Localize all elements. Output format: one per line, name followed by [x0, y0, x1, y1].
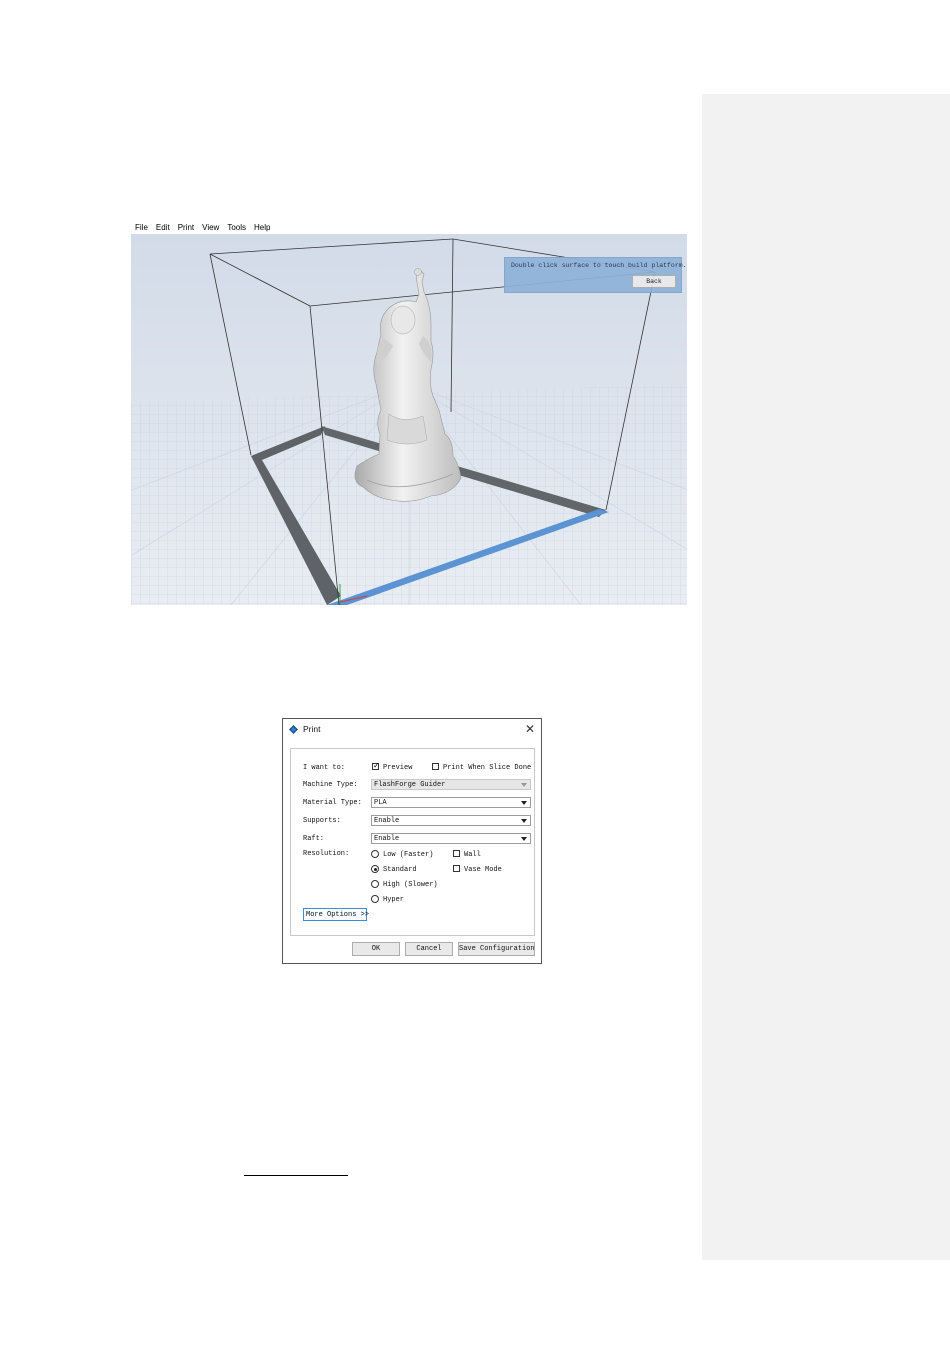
print-when-done-checkbox[interactable]	[432, 763, 439, 770]
i-want-to-label: I want to:	[303, 764, 346, 772]
menu-print[interactable]: Print	[178, 223, 194, 232]
menu-tools[interactable]: Tools	[227, 223, 246, 232]
raft-label: Raft:	[303, 835, 325, 843]
3d-viewport[interactable]: Double click surface to touch build plat…	[131, 234, 687, 605]
dialog-titlebar: Print ✕	[283, 719, 541, 741]
preview-label: Preview	[383, 764, 413, 772]
raft-select[interactable]: Enable	[371, 833, 531, 844]
checkmark-icon: ✓	[373, 761, 380, 770]
more-options-label: More Options >>	[306, 911, 370, 919]
more-options-button[interactable]: More Options >>	[303, 908, 370, 921]
resolution-high-label: High (Slower)	[383, 881, 438, 889]
machine-type-select[interactable]: FlashForge Guider	[371, 779, 531, 790]
raft-value: Enable	[374, 835, 400, 843]
resolution-high-radio[interactable]	[371, 880, 379, 888]
preview-checkbox[interactable]: ✓	[372, 761, 380, 770]
resolution-hyper-label: Hyper	[383, 896, 405, 904]
menu-bar: File Edit Print View Tools Help	[131, 220, 687, 234]
hint-text: Double click surface to touch build plat…	[511, 262, 687, 269]
footnote-separator	[244, 1175, 348, 1176]
comment-pane	[702, 94, 950, 1260]
menu-view[interactable]: View	[202, 223, 219, 232]
vase-mode-label: Vase Mode	[464, 866, 502, 874]
resolution-hyper-radio[interactable]	[371, 895, 379, 903]
chevron-down-icon	[521, 837, 527, 841]
hint-panel: Double click surface to touch build plat…	[504, 257, 687, 293]
supports-select[interactable]: Enable	[371, 815, 531, 826]
resolution-low-radio[interactable]	[371, 850, 379, 858]
resolution-low-label: Low (Faster)	[383, 851, 434, 859]
app-screenshot: File Edit Print View Tools Help Double c…	[131, 220, 687, 605]
vase-mode-checkbox[interactable]	[453, 865, 460, 872]
menu-help[interactable]: Help	[254, 223, 270, 232]
app-logo-icon	[289, 725, 298, 734]
menu-edit[interactable]: Edit	[156, 223, 170, 232]
supports-label: Supports:	[303, 817, 341, 825]
material-type-label: Material Type:	[303, 799, 362, 807]
close-icon[interactable]: ✕	[525, 722, 535, 736]
back-button[interactable]: Back	[632, 275, 676, 288]
chevron-down-icon	[521, 783, 527, 787]
machine-type-value: FlashForge Guider	[374, 781, 446, 789]
radio-selected-dot	[373, 867, 377, 871]
resolution-standard-radio[interactable]	[371, 865, 379, 873]
cancel-button[interactable]: Cancel	[405, 942, 453, 956]
material-type-select[interactable]: PLA	[371, 797, 531, 808]
material-type-value: PLA	[374, 799, 387, 807]
machine-type-label: Machine Type:	[303, 781, 358, 789]
wall-label: Wall	[464, 851, 481, 859]
supports-value: Enable	[374, 817, 400, 825]
chevron-down-icon	[521, 819, 527, 823]
chevron-down-icon	[521, 801, 527, 805]
menu-file[interactable]: File	[135, 223, 148, 232]
ok-button[interactable]: OK	[352, 942, 400, 956]
resolution-standard-label: Standard	[383, 866, 417, 874]
print-dialog: Print ✕ I want to: ✓ Preview Print When …	[282, 718, 542, 964]
print-when-done-label: Print When Slice Done	[443, 764, 532, 772]
save-configuration-button[interactable]: Save Configuration	[458, 942, 535, 956]
wall-checkbox[interactable]	[453, 850, 460, 857]
resolution-label: Resolution:	[303, 850, 350, 858]
dialog-title: Print	[303, 724, 321, 734]
